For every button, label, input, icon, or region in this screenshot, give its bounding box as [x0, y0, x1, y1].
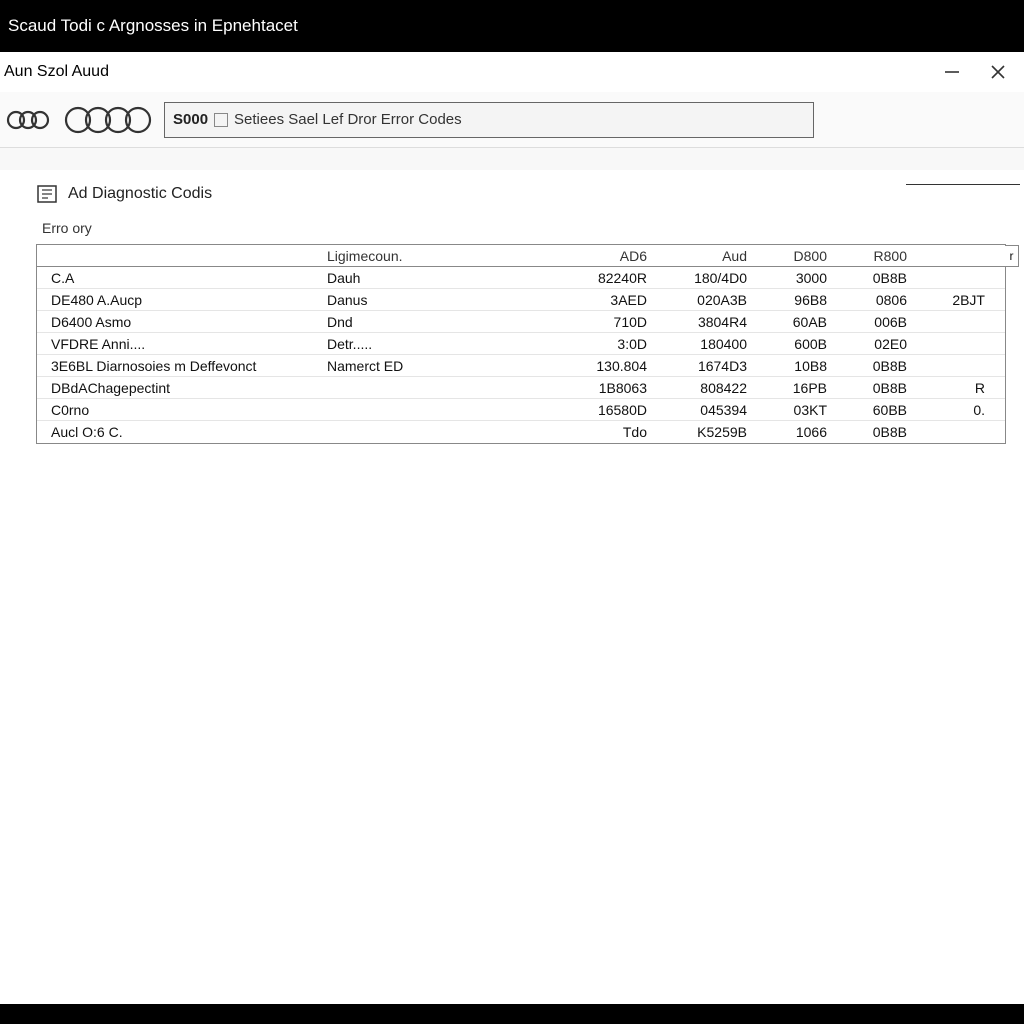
cell: 1B8063 — [547, 380, 657, 396]
brand-logo-rings-small — [6, 106, 54, 134]
cell: 3804R4 — [657, 314, 757, 330]
bottom-bar — [0, 1004, 1024, 1024]
diagnostic-icon — [36, 183, 58, 205]
col-header-2[interactable]: AD6 — [547, 248, 657, 264]
minimize-button[interactable] — [938, 58, 966, 86]
toolbar-divider — [0, 148, 1024, 170]
scroll-stub[interactable]: r — [1005, 245, 1019, 267]
table-row[interactable]: VFDRE Anni.... Detr..... 3:0D 180400 600… — [37, 333, 1005, 355]
cell: 180400 — [657, 336, 757, 352]
col-header-4[interactable]: D800 — [757, 248, 837, 264]
cell: 1674D3 — [657, 358, 757, 374]
window-title: Aun Szol Auud — [4, 63, 109, 81]
cell: 045394 — [657, 402, 757, 418]
cell: 020A3B — [657, 292, 757, 308]
col-header-1[interactable]: Ligimecoun. — [317, 248, 547, 264]
cell: 808422 — [657, 380, 757, 396]
cell: 3:0D — [547, 336, 657, 352]
cell: 0B8B — [837, 270, 917, 286]
table-row[interactable]: D6400 Asmo Dnd 710D 3804R4 60AB 006B — [37, 311, 1005, 333]
table-header-row: Ligimecoun. AD6 Aud D800 R800 — [37, 245, 1005, 267]
cell: 0B8B — [837, 380, 917, 396]
cell: Aucl O:6 C. — [37, 424, 317, 440]
table-row[interactable]: 3E6BL Diarnosoies m Deffevonct Namerct E… — [37, 355, 1005, 377]
cell: 0. — [917, 402, 995, 418]
rings-icon — [6, 106, 54, 134]
cell: C0rno — [37, 402, 317, 418]
table-row[interactable]: C.A Dauh 82240R 180/4D0 3000 0B8B — [37, 267, 1005, 289]
cell: 02E0 — [837, 336, 917, 352]
cell: Danus — [317, 292, 547, 308]
section-title: Ad Diagnostic Codis — [68, 185, 212, 203]
content-area: Ad Diagnostic Codis Erro ory r Ligimecou… — [0, 170, 1024, 444]
cell: 96B8 — [757, 292, 837, 308]
table-row[interactable]: DBdAChagepectint 1B8063 808422 16PB 0B8B… — [37, 377, 1005, 399]
cell: 16580D — [547, 402, 657, 418]
table-row[interactable]: DE480 A.Aucp Danus 3AED 020A3B 96B8 0806… — [37, 289, 1005, 311]
section-subhead: Erro ory — [42, 220, 1024, 236]
close-button[interactable] — [984, 58, 1012, 86]
app-title: Scaud Todi c Argnosses in Epnehtacet — [8, 16, 298, 36]
cell: 180/4D0 — [657, 270, 757, 286]
col-header-5[interactable]: R800 — [837, 248, 917, 264]
cell: 60BB — [837, 402, 917, 418]
col-header-3[interactable]: Aud — [657, 248, 757, 264]
cell: Detr..... — [317, 336, 547, 352]
diagnostic-table[interactable]: r Ligimecoun. AD6 Aud D800 R800 C.A Dauh… — [36, 244, 1006, 444]
cell: 3AED — [547, 292, 657, 308]
section-header: Ad Diagnostic Codis — [36, 180, 1024, 208]
cell: R — [917, 380, 995, 396]
cell: 60AB — [757, 314, 837, 330]
cell: 130.804 — [547, 358, 657, 374]
brand-logo-rings-large — [64, 103, 154, 137]
cell: 710D — [547, 314, 657, 330]
table-row[interactable]: C0rno 16580D 045394 03KT 60BB 0. — [37, 399, 1005, 421]
cell: Namerct ED — [317, 358, 547, 374]
cell: Tdo — [547, 424, 657, 440]
rings-icon — [64, 103, 154, 137]
window-titlebar: Aun Szol Auud — [0, 52, 1024, 92]
cell: 2BJT — [917, 292, 995, 308]
window-controls — [938, 58, 1020, 86]
cell: K5259B — [657, 424, 757, 440]
cell: C.A — [37, 270, 317, 286]
cell: 1066 — [757, 424, 837, 440]
cell: 0B8B — [837, 358, 917, 374]
search-input[interactable]: S000 Setiees Sael Lef Dror Error Codes — [164, 102, 814, 138]
cell: DBdAChagepectint — [37, 380, 317, 396]
cell: 600B — [757, 336, 837, 352]
search-text: Setiees Sael Lef Dror Error Codes — [234, 111, 462, 128]
cell: 3000 — [757, 270, 837, 286]
cell: 0B8B — [837, 424, 917, 440]
cell: 10B8 — [757, 358, 837, 374]
search-code: S000 — [173, 111, 208, 128]
cell: 03KT — [757, 402, 837, 418]
cell: Dauh — [317, 270, 547, 286]
cell: VFDRE Anni.... — [37, 336, 317, 352]
search-sep-icon — [214, 113, 228, 127]
minimize-icon — [943, 63, 961, 81]
cell: Dnd — [317, 314, 547, 330]
close-icon — [989, 63, 1007, 81]
cell: 0806 — [837, 292, 917, 308]
cell: 3E6BL Diarnosoies m Deffevonct — [37, 358, 317, 374]
cell: DE480 A.Aucp — [37, 292, 317, 308]
cell: 16PB — [757, 380, 837, 396]
cell: D6400 Asmo — [37, 314, 317, 330]
app-titlebar: Scaud Todi c Argnosses in Epnehtacet — [0, 0, 1024, 52]
table-row[interactable]: Aucl O:6 C. Tdo K5259B 1066 0B8B — [37, 421, 1005, 443]
cell: 006B — [837, 314, 917, 330]
cell: 82240R — [547, 270, 657, 286]
toolbar: S000 Setiees Sael Lef Dror Error Codes — [0, 92, 1024, 148]
